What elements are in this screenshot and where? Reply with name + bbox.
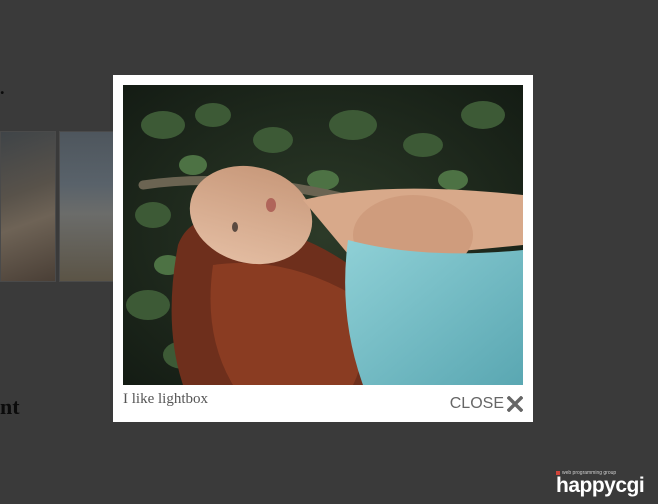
happycgi-logo: web programming group happycgi [556,470,648,497]
background-thumbnail [0,131,56,282]
background-thumbnail [59,131,114,282]
close-label: CLOSE [449,395,504,412]
background-text-top: . [0,78,5,98]
logo-name: happycgi [556,474,645,497]
lightbox-caption: I like lightbox [123,391,208,407]
close-icon[interactable] [507,396,523,412]
lightbox-image [123,85,523,385]
close-button[interactable]: CLOSE [450,395,523,413]
photo-girl-lying-on-leaves [123,85,523,385]
lightbox-dialog: I like lightbox CLOSE [113,75,533,422]
background-heading: nt [0,394,20,419]
